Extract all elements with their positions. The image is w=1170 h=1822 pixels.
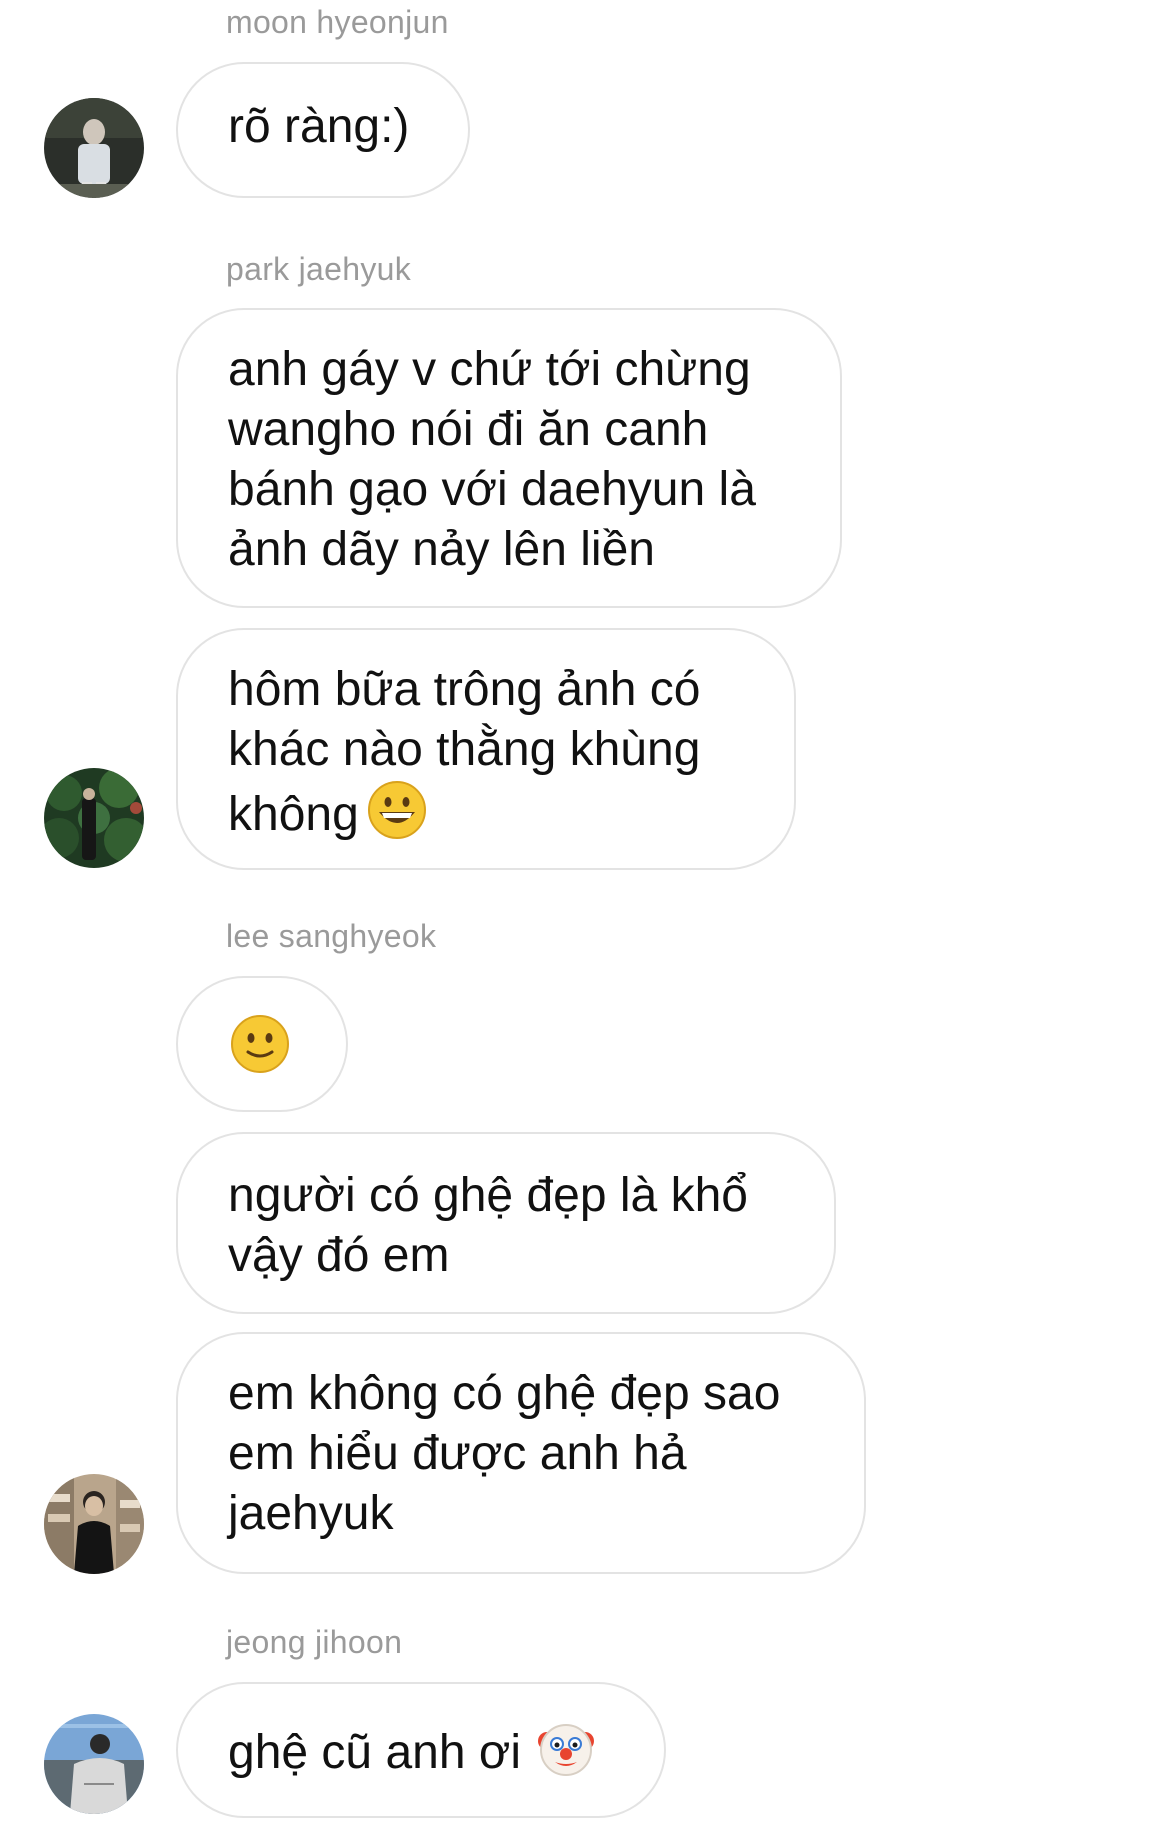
message-text: ghệ cũ anh ơi	[228, 1726, 522, 1780]
clown-face-emoji	[535, 1717, 597, 1794]
message-bubble[interactable]: hôm bữa trông ảnh có khác nào thằng khùn…	[176, 628, 796, 870]
avatar-park-jaehyuk[interactable]	[44, 768, 144, 868]
avatar-lee-sanghyeok[interactable]	[44, 1474, 144, 1574]
message-text: người có ghệ đẹp là khổ vậy đó em	[228, 1169, 748, 1282]
message-text: em không có ghệ đẹp sao em hiểu được anh…	[228, 1367, 781, 1540]
grinning-face-emoji	[367, 780, 427, 855]
message-text: hôm bữa trông ảnh có khác nào thằng khùn…	[228, 663, 701, 842]
slightly-smiling-face-emoji	[230, 1014, 290, 1089]
message-bubble[interactable]	[176, 976, 348, 1112]
message-bubble[interactable]: ghệ cũ anh ơi	[176, 1682, 666, 1818]
message-bubble[interactable]: em không có ghệ đẹp sao em hiểu được anh…	[176, 1332, 866, 1574]
message-bubble[interactable]: người có ghệ đẹp là khổ vậy đó em	[176, 1132, 836, 1314]
message-text: rõ ràng:)	[228, 100, 410, 153]
avatar-moon-hyeonjun[interactable]	[44, 98, 144, 198]
message-text: anh gáy v chứ tới chừng wangho nói đi ăn…	[228, 343, 756, 576]
sender-name-lee-sanghyeok: lee sanghyeok	[226, 918, 437, 954]
message-bubble[interactable]: rõ ràng:)	[176, 62, 470, 198]
sender-name-park-jaehyuk: park jaehyuk	[226, 251, 412, 287]
message-bubble[interactable]: anh gáy v chứ tới chừng wangho nói đi ăn…	[176, 308, 842, 608]
avatar-jeong-jihoon[interactable]	[44, 1714, 144, 1814]
sender-name-moon-hyeonjun: moon hyeonjun	[226, 4, 449, 40]
sender-name-jeong-jihoon: jeong jihoon	[226, 1624, 403, 1660]
